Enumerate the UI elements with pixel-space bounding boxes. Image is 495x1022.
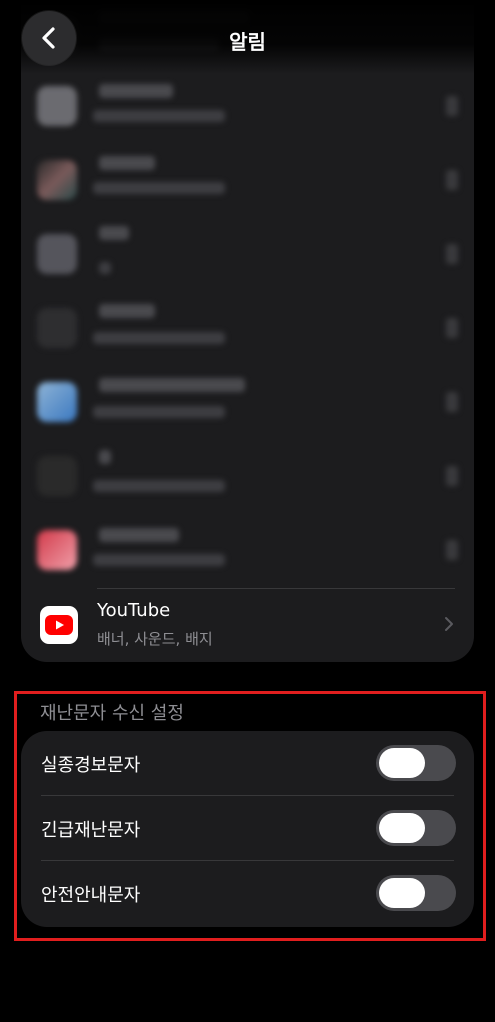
blurred-app-row[interactable] <box>21 148 474 222</box>
toggle-knob <box>379 813 425 843</box>
blurred-app-row[interactable] <box>21 222 474 296</box>
setting-label: 긴급재난문자 <box>41 820 141 841</box>
app-notification-summary: 배너, 사운드, 배지 <box>97 630 213 648</box>
setting-row-missing-alert: 실종경보문자 <box>21 731 474 796</box>
blurred-app-icon <box>37 308 77 348</box>
setting-row-safety-info: 안전안내문자 <box>21 861 474 926</box>
chevron-right-icon <box>445 617 453 631</box>
blurred-app-icon <box>37 160 77 200</box>
missing-alert-toggle[interactable] <box>376 745 456 781</box>
blurred-app-row[interactable] <box>21 370 474 444</box>
toggle-knob <box>379 878 425 908</box>
setting-label: 안전안내문자 <box>41 885 141 906</box>
section-title: 재난문자 수신 설정 <box>40 703 184 724</box>
setting-row-emergency-disaster: 긴급재난문자 <box>21 796 474 861</box>
apps-list-card <box>21 0 474 662</box>
page-title: 알림 <box>229 30 266 54</box>
emergency-settings-card: 실종경보문자 긴급재난문자 안전안내문자 <box>21 731 474 927</box>
blurred-app-icon <box>37 86 77 126</box>
emergency-disaster-toggle[interactable] <box>376 810 456 846</box>
blurred-app-icon <box>37 456 77 496</box>
blurred-app-row[interactable] <box>21 518 474 592</box>
blurred-app-icon <box>37 382 77 422</box>
safety-info-toggle[interactable] <box>376 875 456 911</box>
setting-label: 실종경보문자 <box>41 755 141 776</box>
blurred-app-row[interactable] <box>21 74 474 148</box>
divider <box>97 588 455 589</box>
youtube-play-icon <box>45 615 73 635</box>
toggle-knob <box>379 748 425 778</box>
app-name: YouTube <box>97 600 171 621</box>
notification-settings-screen: 알림 YouTube 배너, 사운드, 배지 재난문자 수신 설정 실종경보문자… <box>0 0 495 1022</box>
youtube-icon <box>40 606 78 644</box>
blurred-app-row[interactable] <box>21 296 474 370</box>
app-row-youtube[interactable]: YouTube 배너, 사운드, 배지 <box>21 588 474 662</box>
blurred-app-row[interactable] <box>21 444 474 518</box>
blurred-app-icon <box>37 530 77 570</box>
blurred-app-icon <box>37 234 77 274</box>
